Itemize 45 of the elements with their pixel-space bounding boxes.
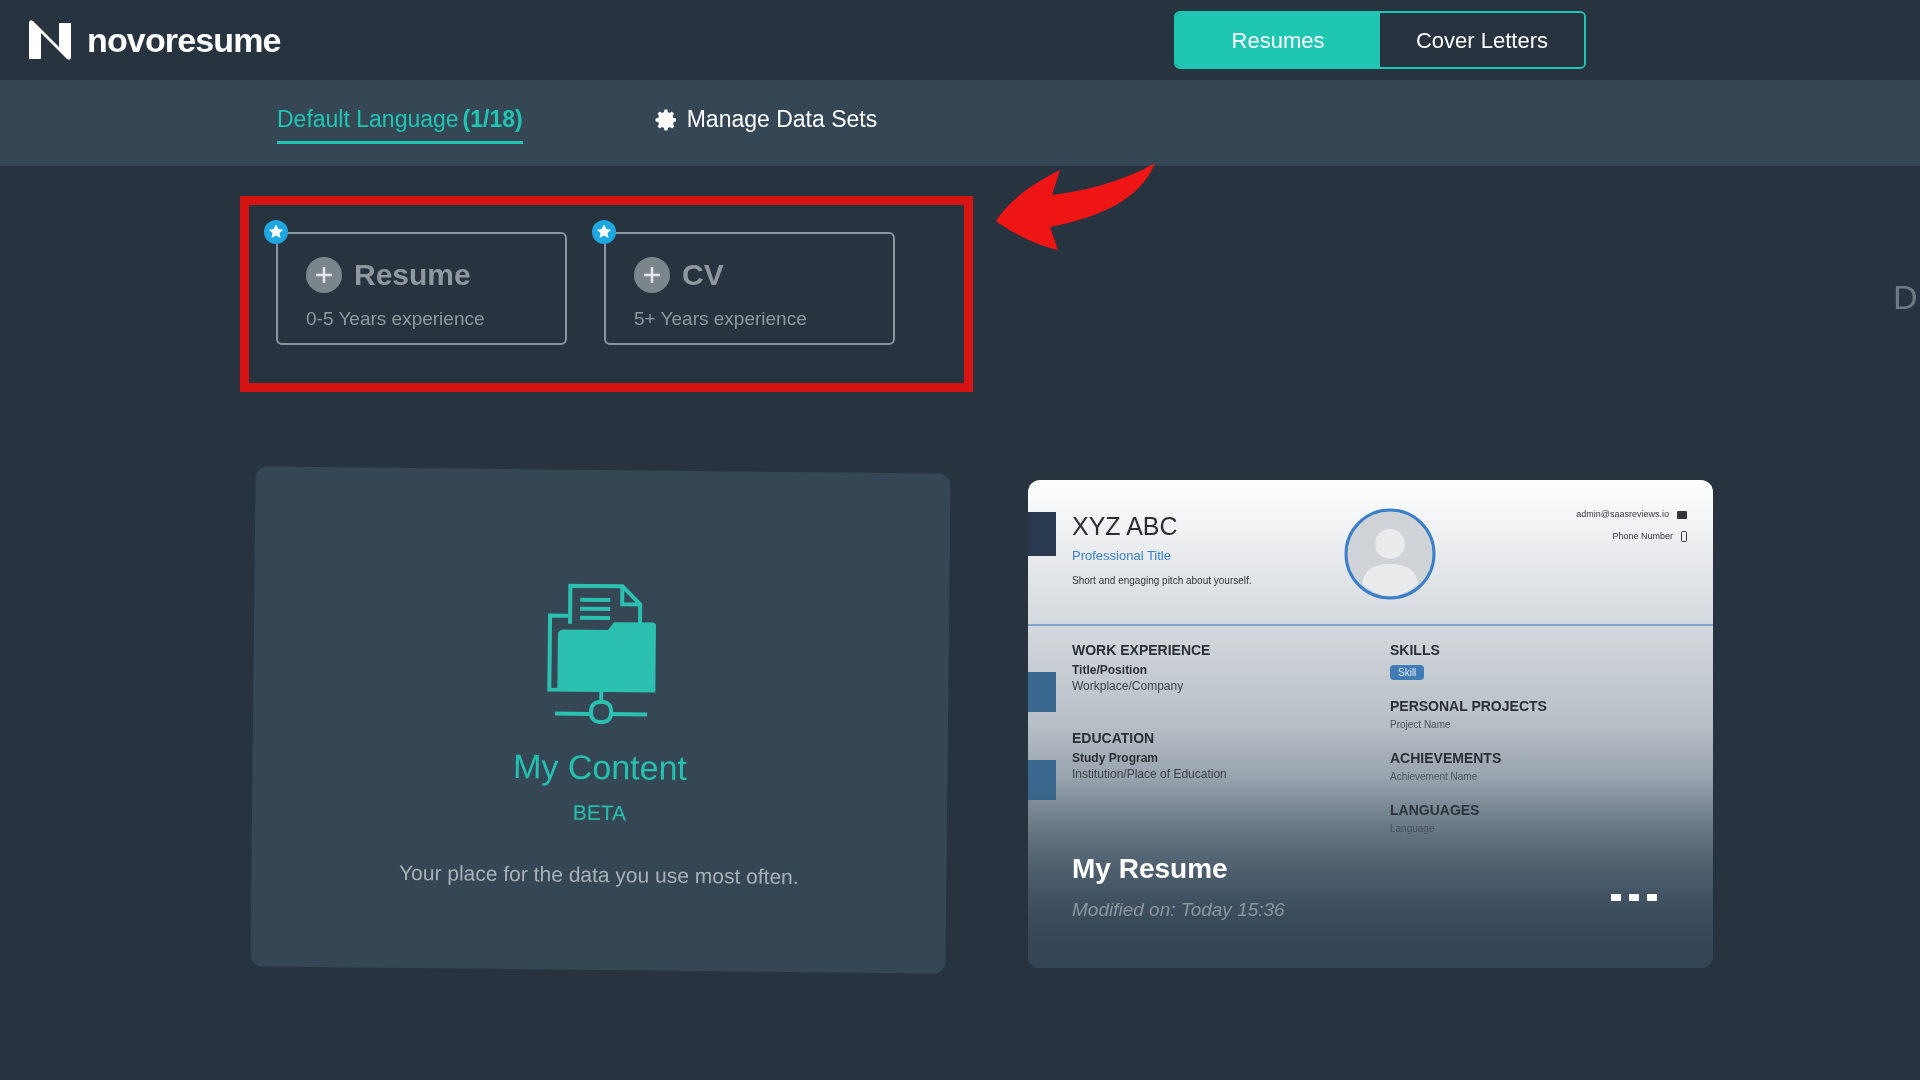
- plus-icon: [634, 256, 670, 293]
- resume-section-heading: SKILLS: [1390, 641, 1440, 660]
- cut-off-text: D: [1893, 277, 1918, 318]
- avatar-icon: [1344, 508, 1436, 600]
- card-subtitle: 0-5 Years experience: [306, 307, 485, 331]
- my-content-card[interactable]: My Content BETA Your place for the data you use most often.: [250, 466, 951, 974]
- logo-text: novoresume: [87, 19, 281, 61]
- resume-section-heading: LANGUAGES: [1390, 801, 1480, 820]
- resume-entry: Study Program: [1072, 750, 1158, 767]
- card-title: CV: [682, 257, 724, 293]
- resume-entry: Project Name: [1390, 718, 1451, 732]
- resume-card[interactable]: [1028, 480, 1713, 968]
- new-document-card[interactable]: CV 5+ Years experience: [604, 232, 895, 345]
- resume-title: My Resume: [1072, 851, 1229, 886]
- card-subtitle: 5+ Years experience: [634, 307, 807, 331]
- manage-data-sets-link[interactable]: Manage Data Sets: [654, 102, 878, 144]
- mail-icon: [1677, 510, 1687, 519]
- accent-bar: [1028, 672, 1056, 712]
- resume-email: admin@saasreviews.io: [1576, 508, 1669, 521]
- resume-entry: Workplace/Company: [1072, 679, 1184, 694]
- skill-tag: Skill: [1390, 665, 1425, 680]
- accent-bar: [1028, 512, 1056, 556]
- modified-date: Modified on: Today 15:36: [1072, 897, 1285, 922]
- beta-label: BETA: [572, 799, 627, 827]
- new-document-card[interactable]: Resume 0-5 Years experience: [276, 232, 567, 345]
- resume-name: XYZ ABC: [1072, 511, 1179, 542]
- resume-section-heading: WORK EXPERIENCE: [1072, 641, 1211, 660]
- more-icon[interactable]: [1611, 894, 1657, 902]
- resume-pitch: Short and engaging pitch about yourself.: [1072, 574, 1253, 588]
- resume-entry: Institution/Place of Education: [1072, 767, 1227, 782]
- accent-bar: [1028, 760, 1056, 800]
- resume-entry: Title/Position: [1072, 662, 1148, 679]
- language-tab[interactable]: Default Language (1/18): [277, 102, 523, 144]
- resume-section-heading: PERSONAL PROJECTS: [1390, 697, 1547, 716]
- resume-section-heading: EDUCATION: [1072, 729, 1155, 748]
- plus-icon: [306, 256, 342, 293]
- card-description: Your place for the data you use most often.: [398, 859, 799, 890]
- resume-professional-title: Professional Title: [1072, 546, 1172, 565]
- resume-section-heading: ACHIEVEMENTS: [1390, 749, 1502, 768]
- resume-entry: Achievement Name: [1390, 770, 1478, 784]
- phone-icon: [1681, 530, 1687, 542]
- card-title: Resume: [354, 257, 471, 293]
- settings-icon: [654, 107, 679, 132]
- resume-phone: Phone Number: [1612, 529, 1673, 543]
- card-title: My Content: [512, 746, 688, 789]
